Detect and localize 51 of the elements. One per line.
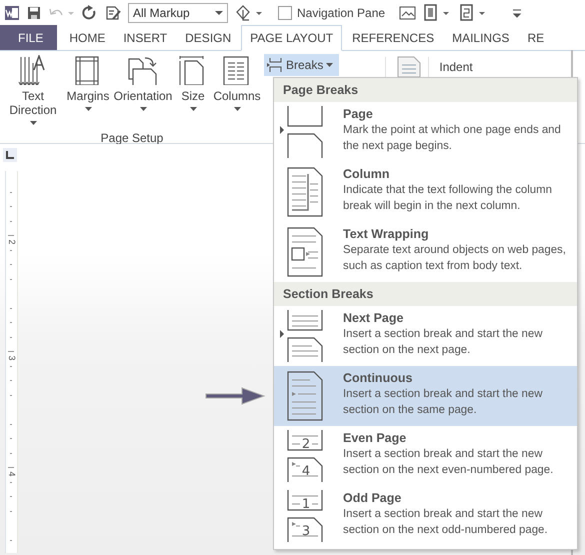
tab-stop-icon — [6, 151, 14, 159]
menu-section-header: Page Breaks — [274, 78, 577, 102]
picture-icon[interactable] — [399, 4, 418, 20]
menu-item[interactable]: Page Mark the point at which one page ends and the next page begins. — [274, 102, 577, 162]
save-icon[interactable] — [26, 4, 42, 20]
orientation-icon — [127, 55, 159, 85]
caret-icon — [84, 107, 92, 112]
ribbon-button[interactable]: Margins — [65, 53, 111, 131]
breaks-button[interactable]: Breaks — [264, 54, 340, 76]
app-logo-icon[interactable] — [4, 4, 20, 20]
navigation-pane-checkbox[interactable]: Navigation Pane — [278, 6, 386, 20]
group-label: Page Setup — [100, 131, 164, 145]
page-break-icon — [278, 104, 324, 160]
caret-icon — [190, 107, 196, 112]
caret-icon — [140, 107, 146, 112]
menu-item[interactable]: 1 3 Odd Page Insert a section break and start the new section on the next odd-numbered page. — [274, 486, 577, 546]
ruler-number: 2 — [7, 238, 17, 246]
ribbon-button[interactable]: Text Direction — [2, 53, 64, 131]
caret-icon — [30, 121, 36, 126]
ribbon-tab[interactable]: RE — [519, 25, 552, 50]
ribbon-tab[interactable]: FILE — [0, 25, 58, 50]
menu-item[interactable]: Text Wrapping Separate text around objects on web pages, such as caption text from body text. — [274, 222, 577, 282]
ruler-number: 3 — [7, 354, 17, 362]
menu-item[interactable]: Column Indicate that the text following the column break will begin in the next column. — [274, 162, 577, 222]
show-markup-icon[interactable] — [234, 4, 264, 22]
menu-section-header: Section Breaks — [274, 282, 577, 306]
markup-dropdown[interactable]: All Markup — [128, 2, 228, 22]
caret-icon — [215, 10, 223, 16]
customize-icon[interactable] — [511, 6, 524, 18]
caret-icon — [326, 62, 334, 68]
page-break-icon — [267, 57, 283, 73]
arrow-icon — [204, 385, 266, 407]
ribbon-button[interactable]: Orientation — [112, 53, 174, 131]
menu-item[interactable]: 2 4 Even Page Insert a section break and start the new section on the next even-numbered page. — [274, 426, 577, 486]
ruler-number: 4 — [7, 470, 17, 478]
ribbon-tab[interactable]: INSERT — [115, 25, 176, 50]
tab-selector[interactable] — [3, 148, 17, 162]
ribbon-tab[interactable]: HOME — [61, 25, 114, 50]
caret-icon — [234, 107, 240, 112]
ribbon-tab[interactable]: MAILINGS — [444, 25, 518, 50]
track-changes-icon[interactable] — [104, 4, 122, 20]
ribbon-tab[interactable]: REFERENCES — [344, 25, 442, 50]
redo-icon[interactable] — [82, 4, 98, 20]
indent-label: Indent — [439, 60, 473, 74]
ribbon-tab[interactable]: DESIGN — [177, 25, 240, 50]
menu-item[interactable]: Next Page Insert a section break and start the new section on the next page. — [274, 306, 577, 366]
ribbon-button[interactable]: Columns — [212, 53, 262, 131]
ribbon-tab[interactable]: PAGE LAYOUT — [241, 25, 342, 51]
ribbon-button[interactable]: Size — [175, 53, 211, 131]
next-page-break-icon — [278, 308, 324, 364]
menu-item[interactable]: Continuous Insert a section break and start the new section on the same page. — [274, 366, 577, 426]
